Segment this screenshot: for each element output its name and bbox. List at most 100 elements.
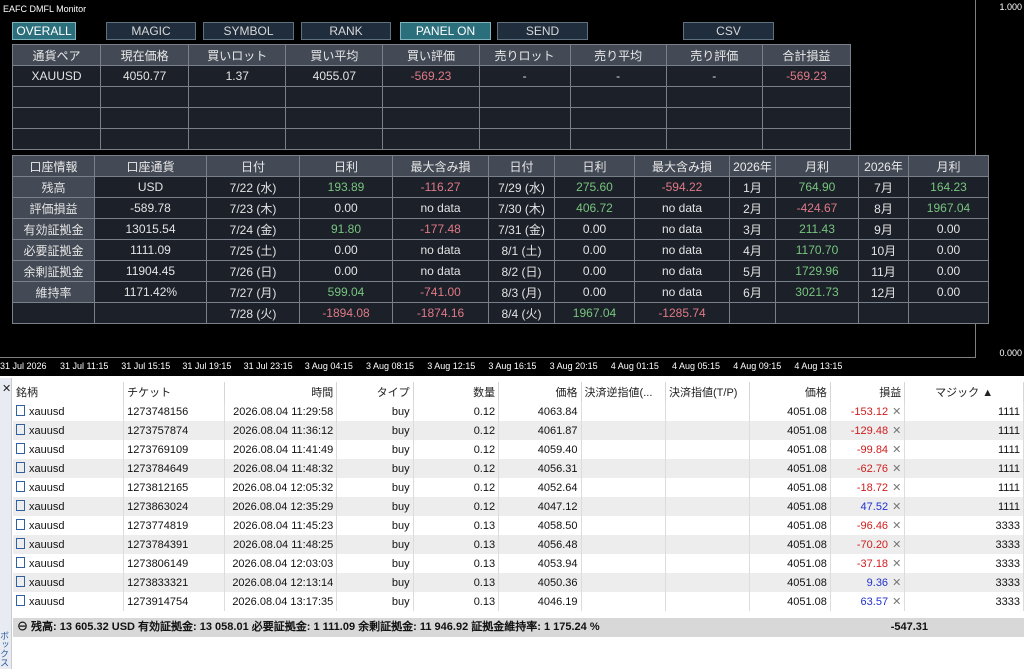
pair-cell: 1.37 bbox=[188, 65, 287, 87]
trade-cell: xauusd bbox=[13, 497, 125, 516]
account-cell: 8/4 (火) bbox=[488, 302, 555, 324]
close-icon[interactable]: ✕ bbox=[2, 382, 11, 395]
trade-cell: buy bbox=[336, 497, 414, 516]
trade-cell-value: 4058.50 bbox=[537, 519, 578, 532]
trade-header-4[interactable]: 数量 bbox=[413, 382, 500, 402]
trade-row[interactable]: xauusd 1273748156 2026.08.04 11:29:58 buy 0.… bbox=[13, 402, 1024, 421]
trade-row[interactable]: xauusd 1273769109 2026.08.04 11:41:49 buy 0.… bbox=[13, 440, 1024, 459]
pair-empty-cell bbox=[100, 107, 190, 129]
trade-cell: 2026.08.04 11:36:12 bbox=[224, 421, 338, 440]
pair-header-cell: 売り平均 bbox=[569, 44, 667, 66]
trade-row[interactable]: xauusd 1273833321 2026.08.04 12:13:14 buy 0.… bbox=[13, 573, 1024, 592]
pair-cell: 4055.07 bbox=[285, 65, 384, 87]
account-row: 余剰証拠金 11904.45 7/26 (日) 0.00 no data 8/2 (日) 0… bbox=[12, 260, 989, 282]
account-row: 残高 USD 7/22 (水) 193.89 -116.27 7/29 (水) 275.60… bbox=[12, 176, 989, 198]
panel-button-rank[interactable]: RANK bbox=[301, 22, 391, 40]
trade-row[interactable]: xauusd 1273784391 2026.08.04 11:48:25 buy 0.… bbox=[13, 535, 1024, 554]
pair-empty-cell bbox=[382, 107, 480, 129]
pair-header-cell: 買い平均 bbox=[285, 44, 384, 66]
order-icon bbox=[16, 481, 25, 493]
trade-cell: 0.13 bbox=[413, 516, 500, 535]
trade-cell: 1111 bbox=[904, 497, 1024, 516]
trade-cell: 0.12 bbox=[413, 478, 500, 497]
trade-cell: 4051.08 bbox=[749, 421, 831, 440]
panel-button-magic[interactable]: MAGIC bbox=[106, 22, 196, 40]
trade-row[interactable]: xauusd 1273784649 2026.08.04 11:48:32 buy 0.… bbox=[13, 459, 1024, 478]
close-order-icon[interactable]: ✕ bbox=[892, 501, 901, 513]
trade-cell: buy bbox=[336, 535, 414, 554]
trade-header-9[interactable]: 損益 bbox=[830, 382, 906, 402]
trade-cell-value: 4053.94 bbox=[537, 557, 578, 570]
close-order-icon[interactable]: ✕ bbox=[892, 577, 901, 589]
account-cell: -177.48 bbox=[392, 218, 489, 240]
trade-header-6[interactable]: 決済逆指値(... bbox=[581, 382, 667, 402]
trade-cell-value: 2026.08.04 11:41:49 bbox=[233, 443, 334, 456]
trade-header-8[interactable]: 価格 bbox=[749, 382, 831, 402]
account-header-row: 口座情報 口座通貨 日付 日利 最大含み損 日付 日利 最大含み損 2026年 月利 2026年 月利 bbox=[12, 155, 989, 177]
close-order-icon[interactable]: ✕ bbox=[892, 463, 901, 475]
close-order-icon[interactable]: ✕ bbox=[892, 444, 901, 456]
trade-cell-value: xauusd bbox=[29, 595, 65, 608]
panel-button-panel-on[interactable]: PANEL ON bbox=[400, 22, 491, 40]
trade-row[interactable]: xauusd 1273914754 2026.08.04 13:17:35 buy 0.… bbox=[13, 592, 1024, 611]
trade-cell: 3333 bbox=[904, 516, 1024, 535]
trade-header-2[interactable]: 時間 bbox=[224, 382, 338, 402]
trade-row[interactable]: xauusd 1273757874 2026.08.04 11:36:12 buy 0.… bbox=[13, 421, 1024, 440]
trade-header-10[interactable]: マジック ▲ bbox=[904, 382, 1024, 402]
close-order-icon[interactable]: ✕ bbox=[892, 520, 901, 532]
trade-cell-value: 1111 bbox=[997, 443, 1020, 456]
trade-cell bbox=[581, 440, 667, 459]
trade-cell-value: 1273914754 bbox=[127, 595, 189, 608]
panel-button-overall[interactable]: OVERALL bbox=[12, 22, 76, 40]
trade-cell-value: 0.13 bbox=[473, 576, 496, 589]
pair-cell: 4050.77 bbox=[100, 65, 190, 87]
trade-cell: 1273748156 bbox=[123, 402, 225, 421]
account-cell: 7/24 (金) bbox=[206, 218, 300, 240]
pair-empty-cell bbox=[478, 86, 571, 108]
trade-row[interactable]: xauusd 1273812165 2026.08.04 12:05:32 buy 0.… bbox=[13, 478, 1024, 497]
trade-cell-value: 2026.08.04 11:45:23 bbox=[233, 519, 334, 532]
terminal-vertical-label: ボックス bbox=[0, 631, 9, 667]
trade-cell-value: xauusd bbox=[29, 424, 65, 437]
trade-header-0[interactable]: 銘柄 bbox=[13, 382, 125, 402]
close-order-icon[interactable]: ✕ bbox=[892, 539, 901, 551]
trade-cell-value: 0.12 bbox=[473, 443, 496, 456]
trade-cell: 2026.08.04 12:05:32 bbox=[224, 478, 338, 497]
trade-cell-value: buy bbox=[391, 500, 410, 513]
trade-header-3[interactable]: タイプ bbox=[336, 382, 414, 402]
trade-row[interactable]: xauusd 1273774819 2026.08.04 11:45:23 buy 0.… bbox=[13, 516, 1024, 535]
trade-cell: 4052.64 bbox=[498, 478, 582, 497]
close-order-icon[interactable]: ✕ bbox=[892, 406, 901, 418]
close-order-icon[interactable]: ✕ bbox=[892, 596, 901, 608]
trade-header-7[interactable]: 決済指値(T/P) bbox=[665, 382, 751, 402]
pair-empty-cell bbox=[478, 128, 571, 150]
trade-cell: 4051.08 bbox=[749, 592, 831, 611]
account-cell: 1967.04 bbox=[908, 197, 989, 219]
account-cell: 7/30 (木) bbox=[488, 197, 555, 219]
trade-cell: 4051.08 bbox=[749, 478, 831, 497]
trade-cell-value: -99.84 bbox=[856, 444, 889, 456]
account-cell: 2月 bbox=[729, 197, 776, 219]
close-order-icon[interactable]: ✕ bbox=[892, 425, 901, 437]
trade-header-5[interactable]: 価格 bbox=[498, 382, 582, 402]
trade-row[interactable]: xauusd 1273863024 2026.08.04 12:35:29 buy 0.… bbox=[13, 497, 1024, 516]
trade-cell: 0.12 bbox=[413, 402, 500, 421]
pair-empty-cell bbox=[188, 128, 287, 150]
pair-empty-cell bbox=[665, 86, 763, 108]
panel-button-symbol[interactable]: SYMBOL bbox=[203, 22, 294, 40]
trade-cell-value: buy bbox=[391, 538, 410, 551]
panel-button-csv[interactable]: CSV bbox=[683, 22, 774, 40]
trade-header-1[interactable]: チケット bbox=[123, 382, 225, 402]
trade-row[interactable]: xauusd 1273806149 2026.08.04 12:03:03 buy 0.… bbox=[13, 554, 1024, 573]
close-order-icon[interactable]: ✕ bbox=[892, 558, 901, 570]
panel-button-send[interactable]: SEND bbox=[497, 22, 588, 40]
close-order-icon[interactable]: ✕ bbox=[892, 482, 901, 494]
trade-cell bbox=[665, 554, 751, 573]
trade-cell-value: -96.46 bbox=[856, 520, 889, 532]
trade-cell: buy bbox=[336, 554, 414, 573]
trade-cell-value: 0.13 bbox=[473, 595, 496, 608]
account-cell: no data bbox=[392, 197, 489, 219]
account-cell: 7/22 (水) bbox=[206, 176, 300, 198]
account-row: 7/28 (火) -1894.08 -1874.16 8/4 (火) 1967.04 -1… bbox=[12, 302, 989, 324]
trade-cell-value: 1111 bbox=[997, 405, 1020, 418]
